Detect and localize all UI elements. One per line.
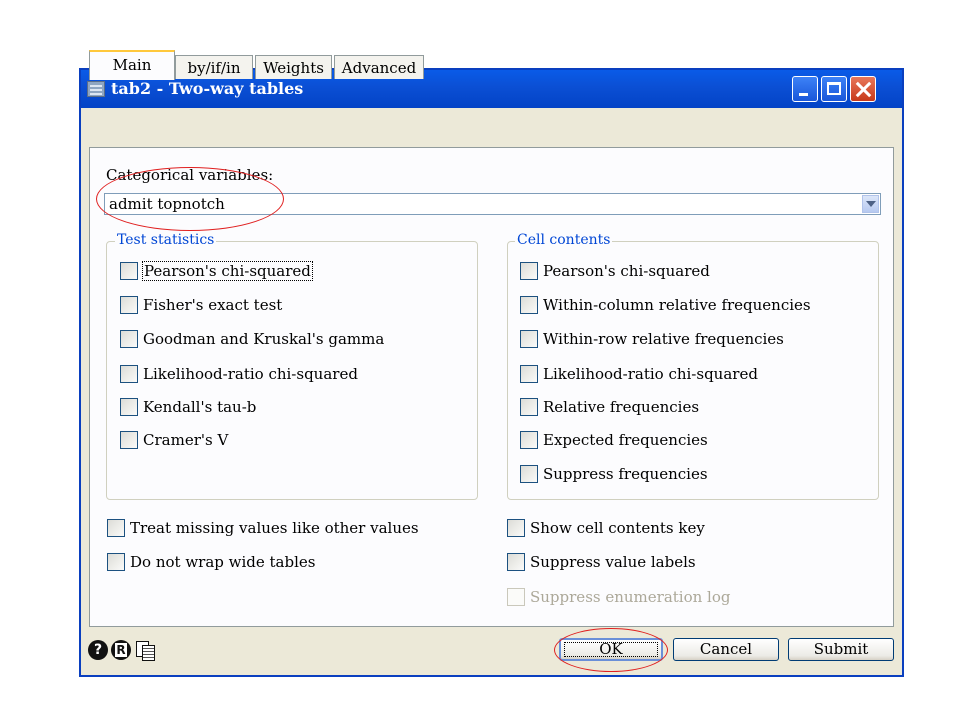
close-button[interactable] (850, 76, 876, 102)
checkbox-box[interactable] (107, 519, 125, 537)
checkbox-label: Relative frequencies (543, 398, 700, 416)
categorical-variables-label: Categorical variables: (106, 166, 274, 184)
checkbox-label: Suppress value labels (530, 553, 696, 571)
tab-main[interactable]: Main (89, 50, 175, 80)
checkbox-box[interactable] (520, 398, 538, 416)
checkbox-label: Suppress enumeration log (530, 588, 731, 606)
cell-contents-title: Cell contents (515, 232, 613, 248)
copy-command-icon[interactable] (135, 640, 155, 661)
checkbox-label: Kendall's tau-b (143, 398, 257, 416)
checkbox-box[interactable] (120, 262, 138, 280)
help-icon[interactable]: ? (88, 640, 108, 660)
cancel-button[interactable]: Cancel (673, 638, 779, 661)
checkbox-label: Treat missing values like other values (130, 519, 419, 537)
window-title: tab2 - Two-way tables (111, 79, 304, 98)
checkbox-label: Show cell contents key (530, 519, 705, 537)
checkbox-box[interactable] (507, 553, 525, 571)
checkbox-box[interactable] (107, 553, 125, 571)
checkbox-label: Likelihood-ratio chi-squared (543, 365, 758, 383)
test-statistics-title: Test statistics (115, 232, 217, 248)
focus-ring (564, 642, 658, 657)
checkbox-label: Fisher's exact test (143, 296, 283, 314)
checkbox-box[interactable] (520, 330, 538, 348)
checkbox-box[interactable] (120, 398, 138, 416)
checkbox-label: Within-column relative frequencies (543, 296, 811, 314)
checkbox-box[interactable] (520, 431, 538, 449)
checkbox-label: Expected frequencies (543, 431, 708, 449)
checkbox-label: Goodman and Kruskal's gamma (143, 330, 385, 348)
tab-advanced[interactable]: Advanced (334, 55, 424, 79)
checkbox-box[interactable] (507, 519, 525, 537)
checkbox-label: Likelihood-ratio chi-squared (143, 365, 358, 383)
categorical-variables-value: admit topnotch (109, 195, 225, 213)
checkbox-box[interactable] (520, 262, 538, 280)
checkbox-label: Cramer's V (143, 431, 229, 449)
checkbox-box (507, 588, 525, 606)
checkbox-box[interactable] (520, 365, 538, 383)
checkbox-box[interactable] (120, 296, 138, 314)
checkbox-box[interactable] (520, 296, 538, 314)
app-icon (87, 81, 105, 97)
checkbox-label: Suppress frequencies (543, 465, 708, 483)
checkbox-box[interactable] (120, 431, 138, 449)
tab-by-if-in[interactable]: by/if/in (175, 55, 253, 79)
checkbox-label: Do not wrap wide tables (130, 553, 316, 571)
maximize-button[interactable] (821, 76, 847, 102)
checkbox-label: Within-row relative frequencies (543, 330, 784, 348)
minimize-button[interactable] (792, 76, 818, 102)
tab-weights[interactable]: Weights (255, 55, 332, 79)
checkbox-label: Pearson's chi-squared (543, 262, 710, 280)
ok-button[interactable]: OK (559, 638, 663, 661)
chevron-down-icon[interactable] (862, 195, 879, 213)
submit-button[interactable]: Submit (788, 638, 894, 661)
checkbox-box[interactable] (120, 330, 138, 348)
checkbox-box[interactable] (120, 365, 138, 383)
checkbox-label: Pearson's chi-squared (142, 261, 313, 281)
reset-icon[interactable] (111, 640, 131, 660)
categorical-variables-combobox[interactable]: admit topnotch (104, 193, 881, 215)
checkbox-box[interactable] (520, 465, 538, 483)
